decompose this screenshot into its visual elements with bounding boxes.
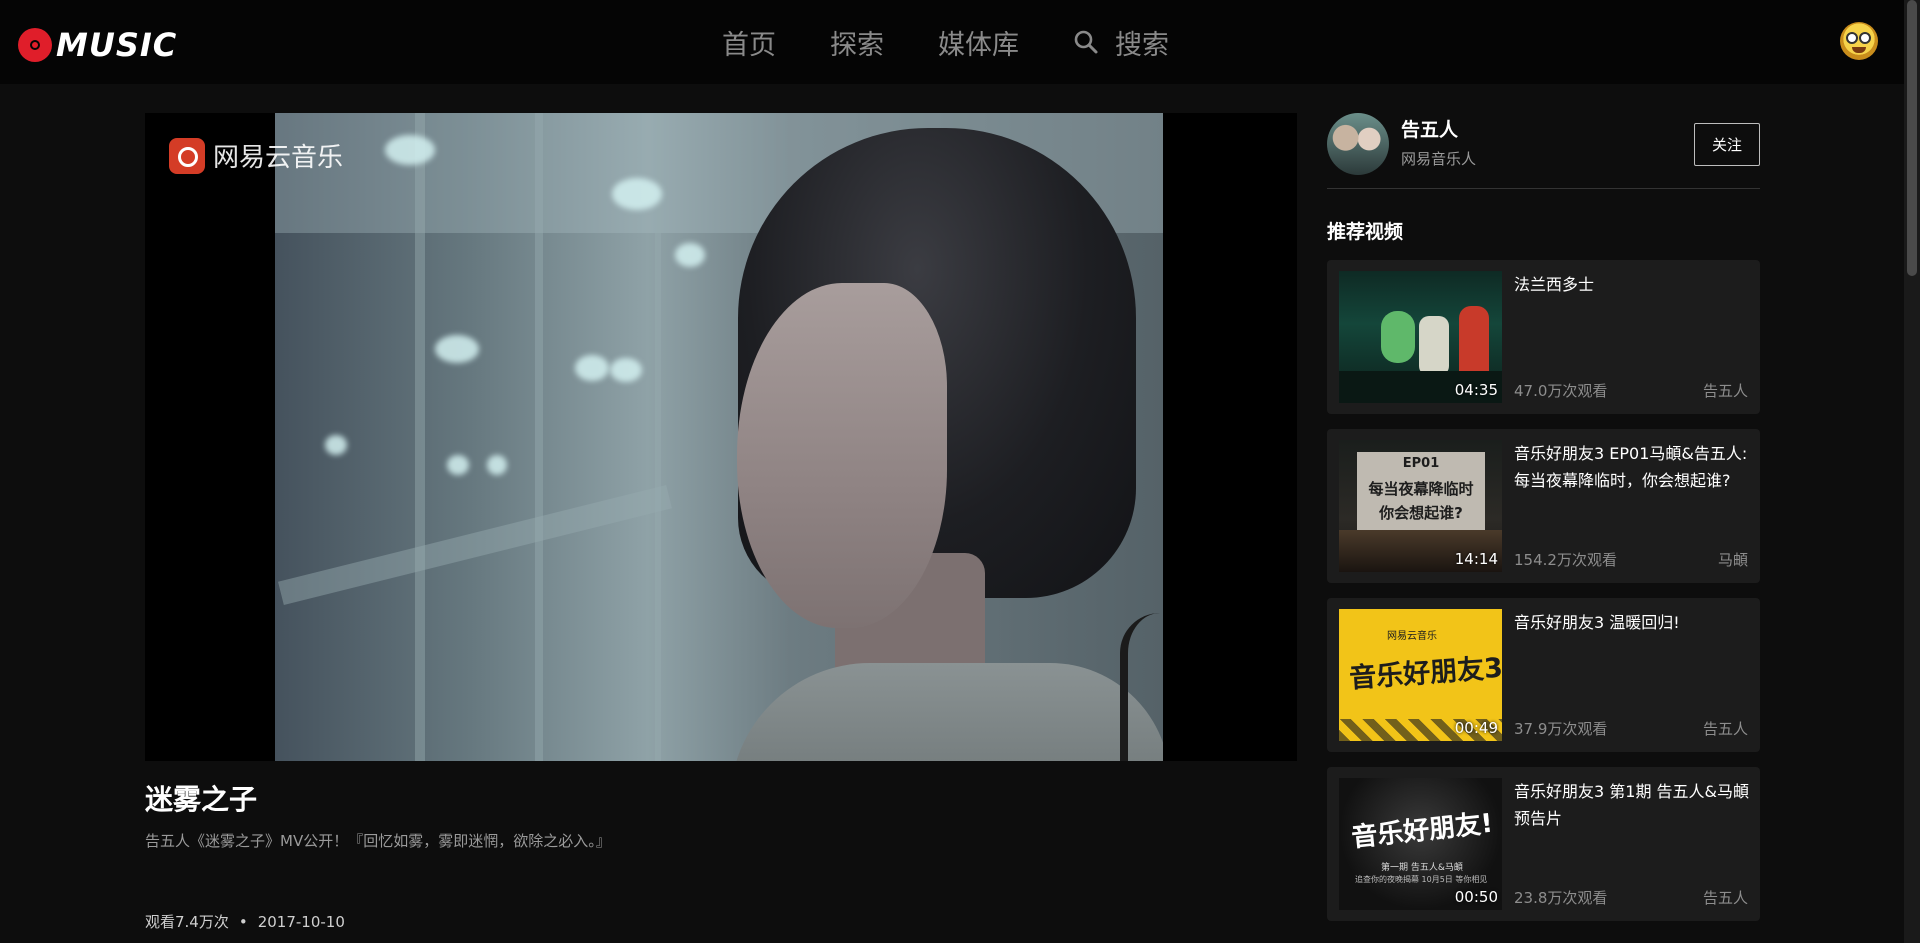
view-count: 观看7.4万次	[145, 913, 229, 931]
video-duration: 00:50	[1454, 888, 1498, 906]
logo-text: MUSIC	[56, 26, 178, 64]
artist-avatar[interactable]	[1327, 113, 1389, 175]
thumb-text: 第一期 告五人&马頔	[1381, 863, 1463, 873]
search-icon	[1074, 30, 1098, 54]
user-avatar[interactable]	[1840, 22, 1878, 60]
ceiling-light	[612, 178, 662, 210]
netease-logo-icon	[169, 137, 205, 174]
publish-date: 2017-10-10	[257, 912, 345, 931]
pillar-line	[535, 113, 543, 761]
artist-subtitle: 网易音乐人	[1401, 150, 1477, 168]
vinyl-logo-icon	[18, 28, 52, 62]
ceiling-light	[487, 455, 507, 475]
video-thumbnail[interactable]: 04:35	[1339, 271, 1502, 403]
mascot-red	[1459, 306, 1489, 376]
video-frame	[275, 113, 1163, 761]
recommend-item[interactable]: EP01 每当夜幕降临时 你会想起谁? 14:14 音乐好朋友3 EP01马頔&…	[1327, 429, 1760, 583]
video-views: 154.2万次观看	[1514, 551, 1617, 569]
netease-watermark: 网易云音乐	[169, 137, 343, 174]
scrollbar-thumb[interactable]	[1907, 0, 1917, 276]
artist-name[interactable]: 告五人	[1401, 115, 1458, 142]
nav-search[interactable]: 搜索	[1073, 23, 1169, 62]
video-duration: 00:49	[1454, 719, 1498, 737]
recommend-item[interactable]: 网易云音乐 音乐好朋友3 00:49 音乐好朋友3 温暖回归! 37.9万次观看…	[1327, 598, 1760, 752]
video-thumbnail[interactable]: EP01 每当夜幕降临时 你会想起谁? 14:14	[1339, 440, 1502, 572]
ceiling-light	[435, 335, 479, 363]
video-author[interactable]: 马頔	[1718, 549, 1748, 570]
follow-button[interactable]: 关注	[1694, 123, 1760, 166]
recommend-heading: 推荐视频	[1327, 221, 1404, 243]
nav-library[interactable]: 媒体库	[938, 23, 1019, 62]
ceiling-light	[610, 358, 642, 382]
video-meta: 观看7.4万次 • 2017-10-10	[145, 911, 345, 932]
video-duration: 14:14	[1454, 550, 1498, 568]
video-title[interactable]: 音乐好朋友3 EP01马頔&告五人: 每当夜幕降临时，你会想起谁?	[1514, 440, 1749, 494]
pillar-line	[415, 113, 425, 761]
thumb-text: 你会想起谁?	[1379, 504, 1463, 522]
video-author[interactable]: 告五人	[1703, 887, 1748, 908]
video-player[interactable]: 网易云音乐	[145, 113, 1297, 761]
video-views: 37.9万次观看	[1514, 720, 1608, 738]
main-nav: 首页 探索 媒体库 搜索	[722, 22, 1169, 62]
nav-home[interactable]: 首页	[722, 23, 776, 62]
thumb-text: 追查你的夜晚揭幕 10月5日 等你相见	[1355, 875, 1488, 884]
meta-separator: •	[238, 912, 248, 931]
thumb-text: 网易云音乐	[1387, 631, 1437, 642]
avatar-eye-left	[1846, 32, 1858, 44]
recommend-item[interactable]: 音乐好朋友! 第一期 告五人&马頔 追查你的夜晚揭幕 10月5日 等你相见 00…	[1327, 767, 1760, 921]
thumb-text: 音乐好朋友!	[1350, 808, 1495, 854]
video-title[interactable]: 法兰西多士	[1514, 271, 1749, 298]
bag-strap	[1120, 613, 1160, 761]
recommend-list: 04:35 法兰西多士 47.0万次观看 告五人 EP01 每当夜幕降临时 你会…	[1327, 260, 1760, 936]
video-views: 47.0万次观看	[1514, 382, 1608, 400]
avatar-mouth	[1852, 47, 1866, 53]
page-scrollbar[interactable]	[1904, 0, 1920, 943]
video-author[interactable]: 告五人	[1703, 380, 1748, 401]
figure-face	[737, 283, 947, 628]
ceiling-light	[325, 435, 347, 455]
video-title: 迷雾之子	[145, 783, 258, 816]
figure-shirt	[730, 663, 1163, 761]
ceiling-light	[675, 243, 705, 267]
video-duration: 04:35	[1454, 381, 1498, 399]
video-title[interactable]: 音乐好朋友3 第1期 告五人&马頔 预告片	[1514, 778, 1749, 832]
recommend-item[interactable]: 04:35 法兰西多士 47.0万次观看 告五人	[1327, 260, 1760, 414]
ceiling-light	[385, 135, 435, 165]
thumb-banner: EP01 每当夜幕降临时 你会想起谁?	[1357, 452, 1485, 530]
avatar-eye-right	[1859, 32, 1871, 44]
mascot-green	[1381, 311, 1415, 363]
nav-explore[interactable]: 探索	[830, 23, 884, 62]
top-header: MUSIC 首页 探索 媒体库 搜索	[0, 0, 1904, 84]
thumb-text: EP01	[1402, 456, 1440, 471]
music-logo[interactable]: MUSIC	[18, 26, 177, 64]
thumb-text: 音乐好朋友3	[1348, 652, 1502, 695]
ceiling-light	[447, 455, 469, 475]
artist-card: 告五人 网易音乐人 关注	[1327, 113, 1760, 189]
mascot-white	[1419, 316, 1449, 376]
thumb-text: 每当夜幕降临时	[1368, 480, 1474, 498]
ceiling-light	[575, 355, 609, 381]
video-views: 23.8万次观看	[1514, 889, 1608, 907]
pillar-line	[655, 113, 661, 761]
video-title[interactable]: 音乐好朋友3 温暖回归!	[1514, 609, 1749, 636]
video-thumbnail[interactable]: 网易云音乐 音乐好朋友3 00:49	[1339, 609, 1502, 741]
stair-rail	[278, 484, 672, 606]
search-label: 搜索	[1115, 29, 1169, 61]
video-author[interactable]: 告五人	[1703, 718, 1748, 739]
watermark-text: 网易云音乐	[213, 143, 344, 173]
video-thumbnail[interactable]: 音乐好朋友! 第一期 告五人&马頔 追查你的夜晚揭幕 10月5日 等你相见 00…	[1339, 778, 1502, 910]
video-description: 告五人《迷雾之子》MV公开！『回忆如雾，雾即迷惘，欲除之必入。』	[145, 832, 611, 850]
